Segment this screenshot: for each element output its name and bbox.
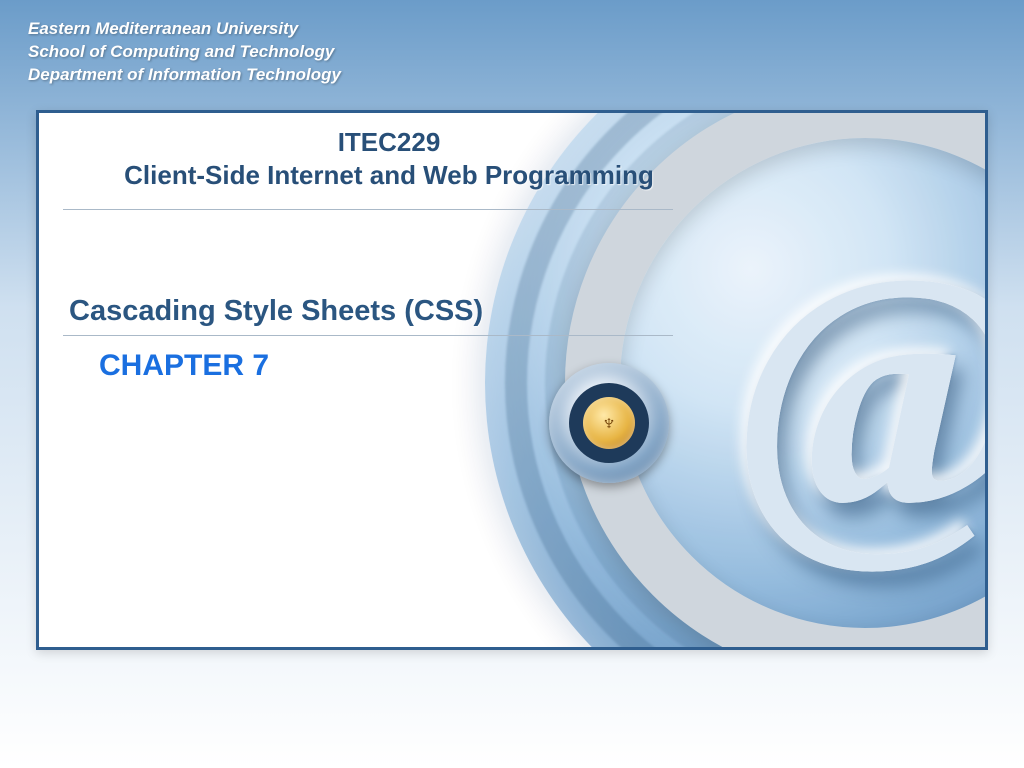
divider-top [63,209,673,210]
chapter-label: CHAPTER 7 [99,349,269,383]
divider-bottom [63,335,673,336]
seal-inner-ring: ♆ [569,383,649,463]
slide-card: @ ITEC229 Client-Side Internet and Web P… [36,110,988,650]
university-header: Eastern Mediterranean University School … [0,0,1024,87]
university-name: Eastern Mediterranean University [28,18,1024,41]
course-heading: ITEC229 Client-Side Internet and Web Pro… [69,127,709,191]
course-code: ITEC229 [69,127,709,158]
seal-emblem: ♆ [583,397,635,449]
school-name: School of Computing and Technology [28,41,1024,64]
department-name: Department of Information Technology [28,64,1024,87]
course-name: Client-Side Internet and Web Programming [69,160,709,191]
university-seal-icon: ♆ [549,363,669,483]
topic-title: Cascading Style Sheets (CSS) [69,295,483,328]
